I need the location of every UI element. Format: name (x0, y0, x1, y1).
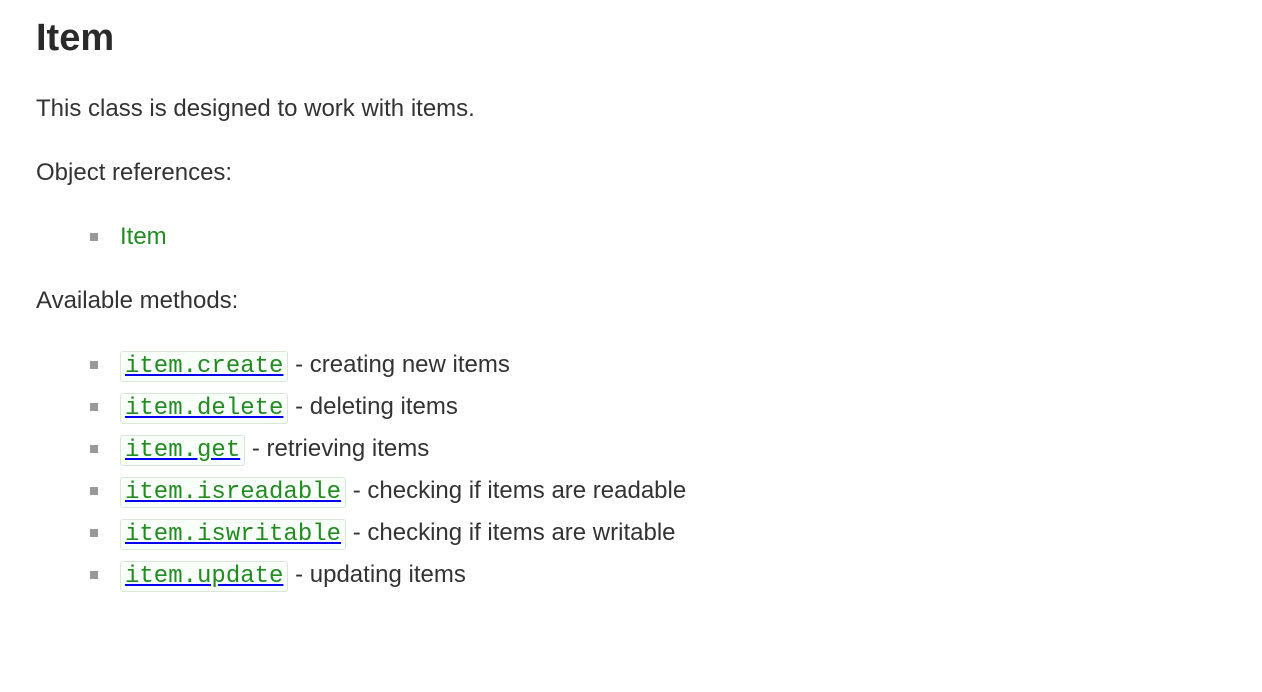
method-code: item.delete (120, 393, 288, 424)
method-desc: - checking if items are readable (346, 477, 686, 504)
method-link-create[interactable]: item.create (120, 351, 288, 378)
method-code: item.iswritable (120, 519, 346, 550)
page-title: Item (36, 10, 1226, 67)
list-item: item.delete - deleting items (90, 389, 1226, 427)
method-desc: - checking if items are writable (346, 519, 675, 546)
method-link-get[interactable]: item.get (120, 435, 245, 462)
method-code: item.get (120, 435, 245, 466)
intro-text: This class is designed to work with item… (36, 91, 1226, 127)
list-item: item.update - updating items (90, 557, 1226, 595)
method-desc: - updating items (288, 561, 465, 588)
method-code: item.create (120, 351, 288, 382)
references-heading: Object references: (36, 155, 1226, 191)
list-item: item.get - retrieving items (90, 431, 1226, 469)
method-desc: - retrieving items (245, 435, 429, 462)
method-code: item.isreadable (120, 477, 346, 508)
list-item: Item (90, 219, 1226, 255)
method-code: item.update (120, 561, 288, 592)
method-link-isreadable[interactable]: item.isreadable (120, 477, 346, 504)
methods-heading: Available methods: (36, 283, 1226, 319)
reference-link-item[interactable]: Item (120, 223, 167, 250)
list-item: item.isreadable - checking if items are … (90, 473, 1226, 511)
method-link-delete[interactable]: item.delete (120, 393, 288, 420)
method-desc: - deleting items (288, 393, 457, 420)
list-item: item.create - creating new items (90, 347, 1226, 385)
list-item: item.iswritable - checking if items are … (90, 515, 1226, 553)
method-link-iswritable[interactable]: item.iswritable (120, 519, 346, 546)
method-desc: - creating new items (288, 351, 509, 378)
references-list: Item (36, 219, 1226, 255)
methods-list: item.create - creating new items item.de… (36, 347, 1226, 595)
method-link-update[interactable]: item.update (120, 561, 288, 588)
